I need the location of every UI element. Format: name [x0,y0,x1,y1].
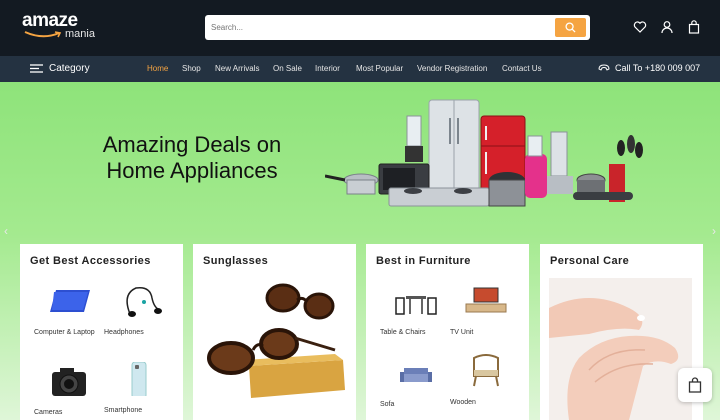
site-logo[interactable]: amaze mania [22,11,95,40]
call-info[interactable]: Call To +180 009 007 [598,63,700,73]
item-label: Wooden [450,399,476,406]
item-sofa[interactable]: Sofa [380,356,450,409]
table-chairs-image [395,296,437,315]
item-wooden[interactable]: Wooden [450,354,520,407]
nav-link-home[interactable]: Home [147,64,168,73]
shopping-bag-icon[interactable] [687,20,701,34]
card-title: Sunglasses [203,255,269,267]
card-accessories[interactable]: Get Best Accessories Computer & Laptop H… [20,244,183,420]
nav-link-most-popular[interactable]: Most Popular [356,64,403,73]
sunglasses-image [207,283,345,398]
card-title: Best in Furniture [376,255,471,267]
item-cameras[interactable]: Cameras [34,364,104,417]
item-label: Cameras [34,409,63,416]
card-furniture[interactable]: Best in Furniture Table & Chairs TV Unit… [366,244,529,420]
heart-icon[interactable] [633,20,647,34]
nav-link-new-arrivals[interactable]: New Arrivals [215,64,259,73]
item-smartphone[interactable]: Smartphone [104,361,174,415]
nav-link-on-sale[interactable]: On Sale [273,64,302,73]
camera-image [52,368,86,396]
hero-title: Amazing Deals on Home Appliances [82,132,302,184]
card-title: Personal Care [550,255,630,267]
logo-smile-icon [24,31,62,38]
nav-bar: Category Home Shop New Arrivals On Sale … [0,56,720,82]
nav-link-contact-us[interactable]: Contact Us [502,64,542,73]
item-computer-laptop[interactable]: Computer & Laptop [34,284,104,337]
hero-next-arrow[interactable]: › [712,224,716,238]
home-appliances-image [325,99,643,207]
item-label: Smartphone [104,407,143,414]
call-label: Call To +180 009 007 [615,63,701,73]
laptop-image [50,290,90,312]
top-header: amaze mania [0,0,720,56]
hero-prev-arrow[interactable]: ‹ [4,224,8,238]
item-headphones[interactable]: Headphones [104,284,174,337]
smartphone-image [131,361,147,399]
sofa-image [400,368,432,382]
category-menu-button[interactable]: Category [30,63,90,74]
item-label: Sofa [380,401,395,408]
wooden-chair-image [473,354,499,387]
item-table-chairs[interactable]: Table & Chairs [380,284,450,337]
shopping-bag-icon [688,377,702,393]
phone-icon [598,64,610,71]
card-sunglasses[interactable]: Sunglasses [193,244,356,420]
hero-title-line-2: Home Appliances [106,158,278,183]
floating-cart-button[interactable] [678,368,712,402]
item-label: Computer & Laptop [34,329,95,336]
search-icon [565,22,576,33]
search-button[interactable] [555,18,586,37]
item-label: TV Unit [450,329,474,336]
headphones-image [126,286,162,317]
item-label: Headphones [104,329,144,336]
menu-icon [30,64,43,73]
item-tv-unit[interactable]: TV Unit [450,284,520,337]
personal-care-image [549,278,692,420]
logo-sub-text: mania [65,28,95,40]
nav-link-vendor-registration[interactable]: Vendor Registration [417,64,487,73]
tv-unit-image [465,287,507,313]
hero-title-line-1: Amazing Deals on [102,132,282,157]
item-label: Table & Chairs [380,329,426,336]
category-label: Category [49,63,90,74]
search-input[interactable] [211,19,541,36]
search-bar [205,15,590,40]
user-icon[interactable] [660,20,674,34]
nav-link-shop[interactable]: Shop [182,64,201,73]
nav-link-interior[interactable]: Interior [315,64,340,73]
card-title: Get Best Accessories [30,255,151,267]
